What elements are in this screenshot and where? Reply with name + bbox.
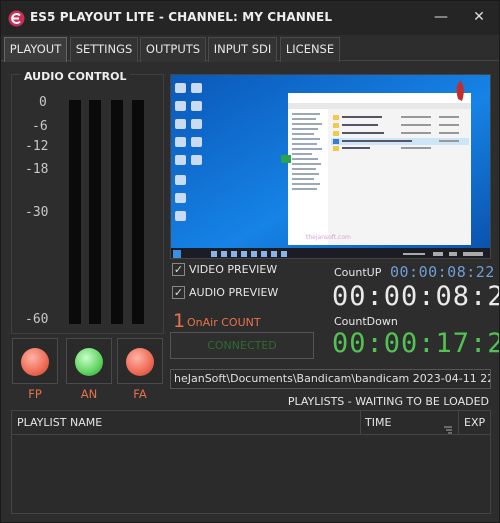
meter-scale-label: -6 [32,119,48,134]
minimize-button[interactable]: — [431,7,451,27]
led-indicator-fa [126,348,154,376]
onair-count-value: 1 [173,310,186,332]
video-preview-label: VIDEO PREVIEW [189,263,278,276]
led-box-fa [117,338,163,384]
playlist-table-header: PLAYLIST NAME TIME EXP [12,411,490,435]
audio-meter-bar [89,100,101,324]
tab-settings[interactable]: SETTINGS [70,37,138,62]
led-label-fp: FP [28,387,42,401]
meter-scale-label: 0 [39,95,47,110]
countup-label: CountUP [334,266,382,279]
watermark-text: thejansoft.com [306,234,351,241]
column-playlist-name[interactable]: PLAYLIST NAME [17,411,102,435]
countdown-label: CountDown [334,315,398,328]
column-divider [360,411,361,435]
video-preview-frame: thejansoft.com [171,75,490,258]
audio-control-panel: AUDIO CONTROL 0 -6 -12 -18 -30 -60 [11,70,164,334]
led-indicator-fp [21,348,49,376]
meter-scale-label: -60 [25,312,49,327]
media-path-field[interactable]: heJanSoft\Documents\Bandicam\bandicam 20… [170,369,491,389]
led-box-an [66,338,112,384]
playlist-table[interactable]: PLAYLIST NAME TIME EXP [11,410,491,514]
onair-count-label: OnAir COUNT [187,316,261,329]
led-label-an: AN [80,387,98,401]
led-box-fp [12,338,58,384]
playlists-status: PLAYLISTS - WAITING TO BE LOADED [287,395,489,408]
tab-input-sdi[interactable]: INPUT SDI [208,37,277,62]
led-label-fa: FA [133,387,147,401]
app-window: ES5 PLAYOUT LITE - CHANNEL: MY CHANNEL —… [0,0,500,523]
tab-license[interactable]: LICENSE [280,37,340,62]
tab-playout[interactable]: PLAYOUT [4,37,67,62]
app-logo-icon [8,10,25,27]
column-divider [458,411,459,435]
audio-meter-bar [69,100,81,324]
close-button[interactable]: ✕ [469,7,489,27]
sort-icon[interactable] [444,419,452,434]
title-bar: ES5 PLAYOUT LITE - CHANNEL: MY CHANNEL —… [1,1,499,35]
audio-meter-bar [111,100,123,324]
countup-small-display: 00:00:08:22 [390,263,495,281]
meter-scale-label: -18 [25,162,49,177]
audio-meter-bar [132,100,144,324]
audio-control-title: AUDIO CONTROL [20,70,131,83]
countdown-display: 00:00:17:22 [332,328,499,359]
tab-outputs[interactable]: OUTPUTS [140,37,206,62]
connection-status: CONNECTED [170,332,314,359]
audio-preview-label: AUDIO PREVIEW [189,286,279,299]
led-indicator-an [75,348,103,376]
meter-scale-label: -12 [25,139,49,154]
meter-scale-label: -30 [25,205,49,220]
countup-display: 00:00:08:21 [332,281,499,312]
window-title: ES5 PLAYOUT LITE - CHANNEL: MY CHANNEL [30,10,333,24]
video-preview: thejansoft.com [170,74,491,259]
column-exp[interactable]: EXP [464,411,485,435]
column-time[interactable]: TIME [365,411,391,435]
audio-preview-checkbox[interactable]: ✓ [172,286,185,299]
tab-bar: PLAYOUT SETTINGS OUTPUTS INPUT SDI LICEN… [1,35,499,62]
video-preview-checkbox[interactable]: ✓ [172,263,185,276]
